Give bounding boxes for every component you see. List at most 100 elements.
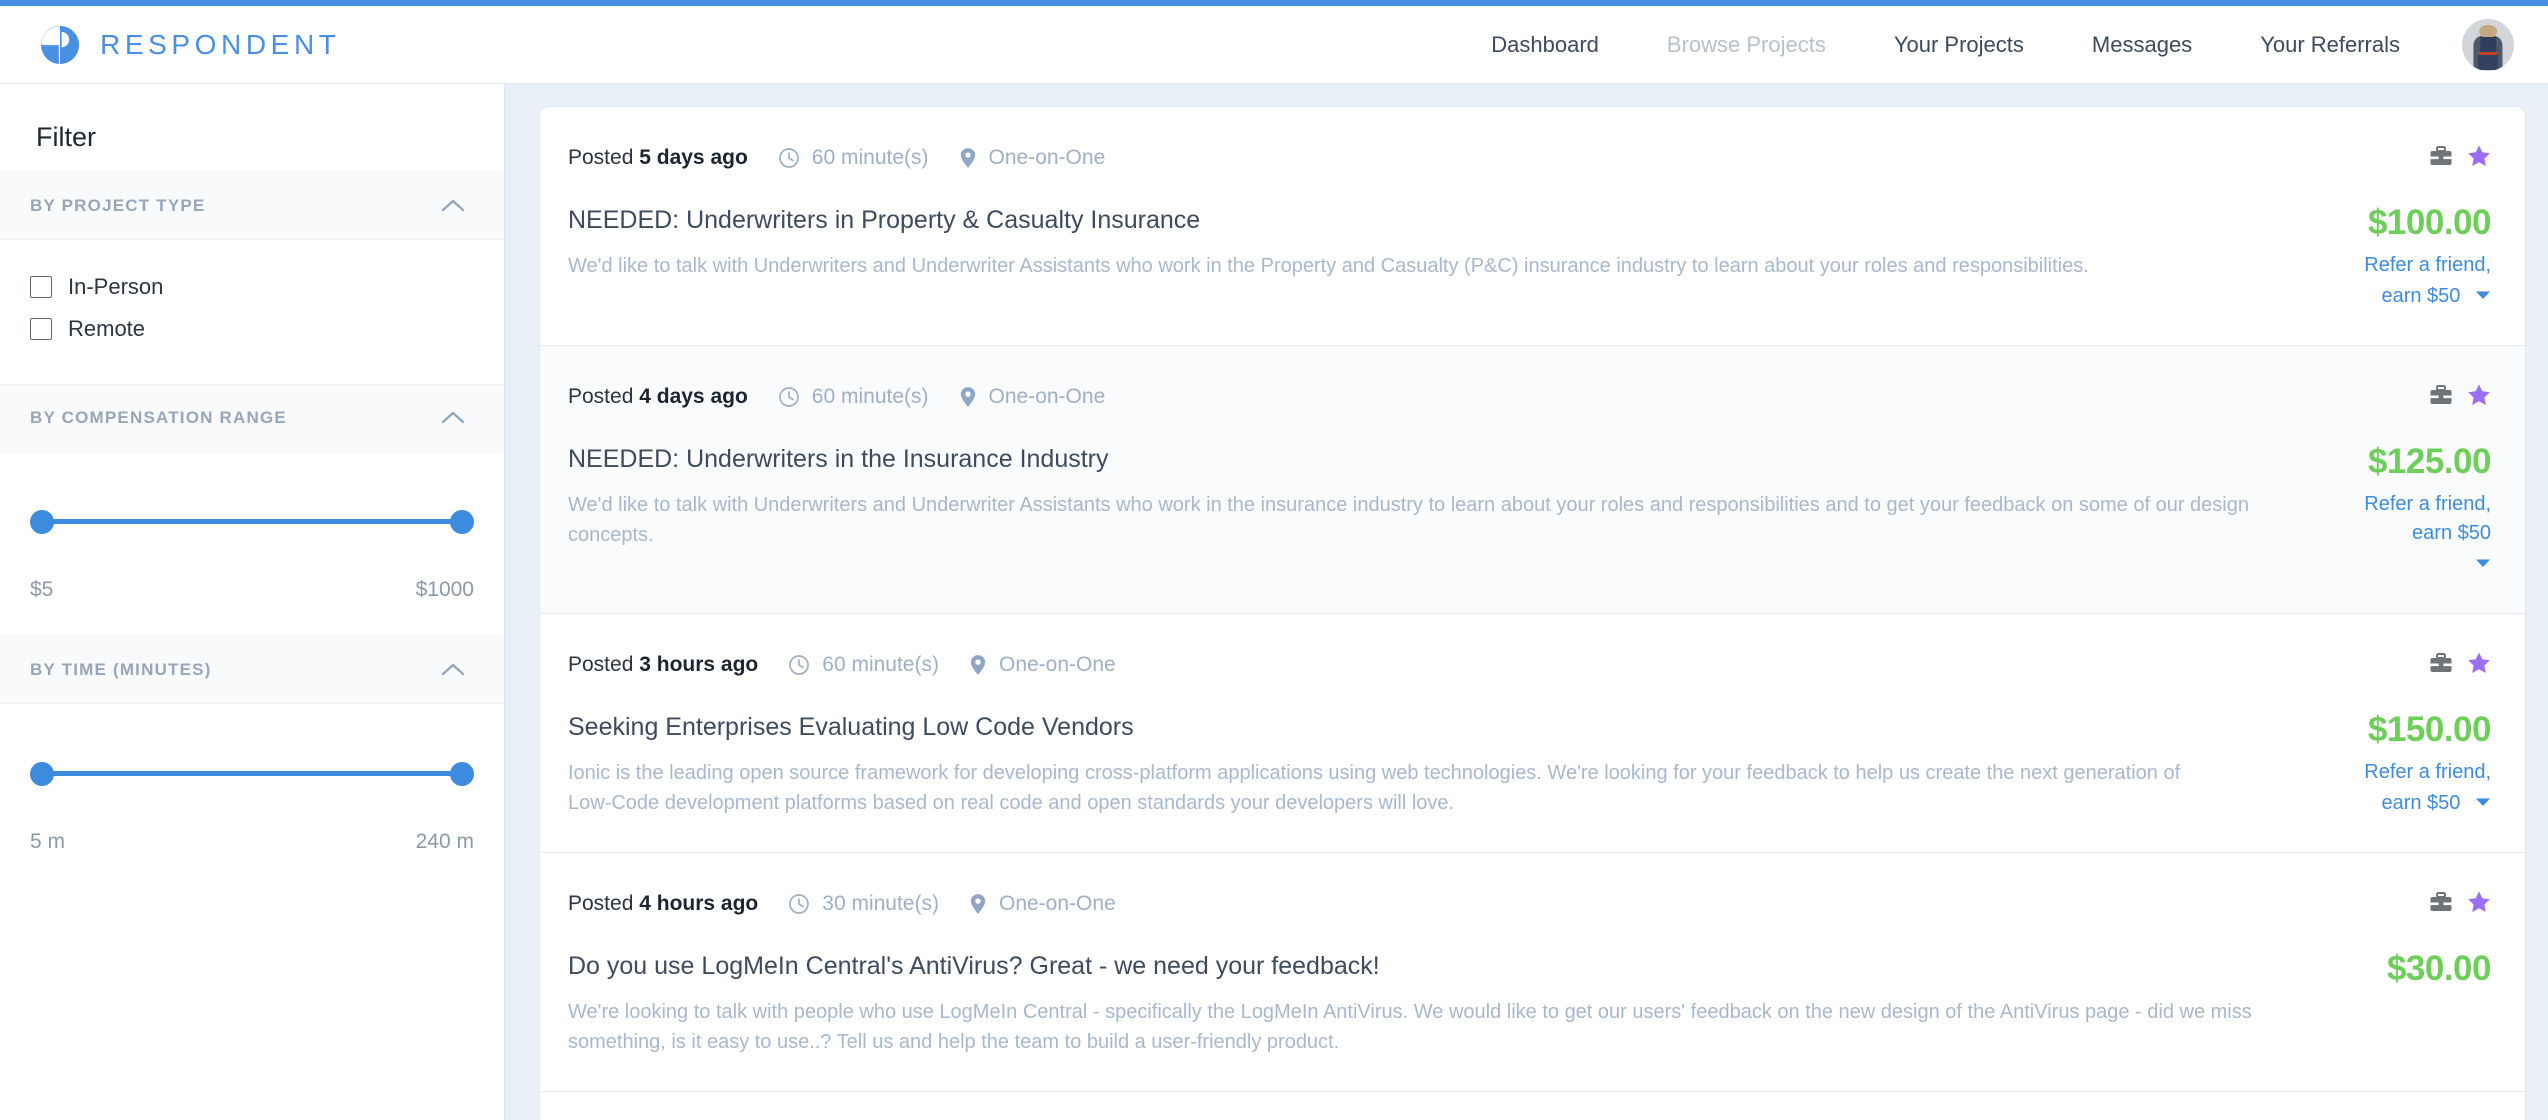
chevron-up-icon[interactable] (440, 662, 466, 678)
slider-handle-min[interactable] (30, 762, 54, 786)
slider-handle-max[interactable] (450, 510, 474, 534)
chevron-up-icon[interactable] (440, 198, 466, 214)
map-pin-icon (969, 654, 987, 676)
project-card-side: $30.00 (2319, 889, 2492, 1057)
compensation-range-slider[interactable] (30, 506, 474, 536)
project-badges (2429, 650, 2491, 680)
star-icon[interactable] (2467, 144, 2491, 172)
posted-label: Posted 5 days ago (568, 146, 748, 169)
project-card[interactable] (540, 1092, 2525, 1120)
briefcase-icon[interactable] (2429, 652, 2453, 679)
posted-value: 4 hours ago (639, 892, 759, 915)
project-list-area: Posted 5 days ago 60 minute(s) One-on-On… (505, 84, 2548, 1120)
checkbox-label: Remote (68, 316, 146, 341)
project-card-side: $100.00 Refer a friend, earn $50 (2319, 143, 2492, 311)
clock-icon (778, 147, 800, 169)
project-format: One-on-One (988, 385, 1106, 408)
nav-item-browse-projects[interactable]: Browse Projects (1633, 32, 1860, 58)
nav-item-your-projects[interactable]: Your Projects (1860, 32, 2058, 58)
project-title[interactable]: Seeking Enterprises Evaluating Low Code … (568, 712, 2203, 742)
refer-a-friend-link[interactable]: Refer a friend, earn $50 (2341, 758, 2491, 818)
project-meta: Posted 3 hours ago 60 minute(s) One-on-O… (568, 650, 2203, 680)
chevron-up-icon[interactable] (440, 410, 466, 426)
project-badges (2429, 143, 2491, 173)
app-header: RESPONDENT Dashboard Browse Projects You… (0, 6, 2548, 84)
filter-section-header-time-minutes[interactable]: BY TIME (MINUTES) (0, 636, 504, 704)
clock-icon (778, 386, 800, 408)
project-description: We'd like to talk with Underwriters and … (568, 255, 2089, 277)
filter-section-header-compensation-range[interactable]: BY COMPENSATION RANGE (0, 384, 504, 452)
star-icon[interactable] (2467, 651, 2491, 679)
brand-name: RESPONDENT (100, 28, 341, 60)
range-max-label: $1000 (415, 578, 474, 601)
chevron-down-icon[interactable] (2475, 280, 2491, 309)
filter-section-label: BY TIME (MINUTES) (30, 660, 212, 679)
nav-item-dashboard[interactable]: Dashboard (1457, 32, 1633, 58)
project-card[interactable]: Posted 4 hours ago 30 minute(s) One-on-O… (540, 853, 2525, 1092)
clock-icon (788, 654, 810, 676)
briefcase-icon[interactable] (2429, 891, 2453, 918)
time-range-slider[interactable] (30, 758, 474, 788)
project-card[interactable]: Posted 4 days ago 60 minute(s) One-on-On… (540, 346, 2525, 614)
nav-item-your-referrals[interactable]: Your Referrals (2226, 32, 2434, 58)
checkbox-in-person[interactable] (30, 276, 52, 298)
map-pin-icon (969, 893, 987, 915)
nav-item-messages[interactable]: Messages (2058, 32, 2226, 58)
project-title[interactable]: Do you use LogMeIn Central's AntiVirus? … (568, 951, 2293, 981)
posted-value: 4 days ago (639, 385, 748, 408)
checkbox-remote[interactable] (30, 318, 52, 340)
filter-section-header-project-type[interactable]: BY PROJECT TYPE (0, 172, 504, 240)
time-range-slider-group: 5 m 240 m (0, 704, 504, 854)
project-description: We'd like to talk with Underwriters and … (568, 494, 2249, 546)
project-format: One-on-One (998, 653, 1116, 676)
avatar[interactable] (2462, 18, 2514, 71)
range-min-label: 5 m (30, 830, 66, 853)
posted-label: Posted 3 hours ago (568, 653, 759, 676)
slider-track (40, 771, 464, 776)
posted-label: Posted 4 days ago (568, 385, 748, 408)
star-icon[interactable] (2467, 383, 2491, 411)
project-card-main: Posted 4 days ago 60 minute(s) One-on-On… (568, 382, 2319, 579)
project-description: Ionic is the leading open source framewo… (568, 762, 2181, 814)
project-duration: 30 minute(s) (822, 892, 939, 915)
project-title[interactable]: NEEDED: Underwriters in Property & Casua… (568, 205, 2293, 235)
star-icon[interactable] (2467, 890, 2491, 918)
briefcase-icon[interactable] (2429, 145, 2453, 172)
project-price: $30.00 (2386, 949, 2492, 988)
time-range-labels: 5 m 240 m (30, 788, 474, 854)
project-card[interactable]: Posted 5 days ago 60 minute(s) One-on-On… (540, 107, 2525, 346)
checkbox-row-in-person[interactable]: In-Person (30, 266, 474, 308)
project-card-main: Posted 3 hours ago 60 minute(s) One-on-O… (568, 650, 2229, 818)
range-min-label: $5 (30, 578, 54, 601)
compensation-range-labels: $5 $1000 (30, 536, 474, 602)
project-format: One-on-One (998, 892, 1116, 915)
project-meta: Posted 5 days ago 60 minute(s) One-on-On… (568, 143, 2293, 173)
project-card[interactable]: Posted 3 hours ago 60 minute(s) One-on-O… (540, 614, 2525, 853)
briefcase-icon[interactable] (2429, 384, 2453, 411)
checkbox-row-remote[interactable]: Remote (30, 308, 474, 350)
refer-a-friend-link[interactable]: Refer a friend, earn $50 (2319, 490, 2491, 579)
clock-icon (788, 893, 810, 915)
map-pin-icon (959, 386, 977, 408)
project-card-side: $125.00 Refer a friend, earn $50 (2319, 382, 2492, 579)
slider-handle-min[interactable] (30, 510, 54, 534)
posted-label: Posted 4 hours ago (568, 892, 759, 915)
filter-panel-title: Filter (36, 122, 96, 152)
slider-handle-max[interactable] (450, 762, 474, 786)
project-list: Posted 5 days ago 60 minute(s) One-on-On… (539, 106, 2526, 1120)
project-price: $150.00 (2367, 710, 2492, 749)
posted-value: 5 days ago (639, 146, 748, 169)
map-pin-icon (959, 147, 977, 169)
filter-section-label: BY PROJECT TYPE (30, 196, 206, 215)
brand[interactable]: RESPONDENT (38, 23, 340, 67)
chevron-down-icon[interactable] (2475, 548, 2491, 577)
project-price: $100.00 (2367, 203, 2492, 242)
chevron-down-icon[interactable] (2475, 787, 2491, 816)
filter-section-label: BY COMPENSATION RANGE (30, 408, 287, 427)
page-shell: Filter BY PROJECT TYPE In-Person Remote … (0, 84, 2548, 1120)
project-title[interactable]: NEEDED: Underwriters in the Insurance In… (568, 444, 2293, 474)
project-card-main: Posted 4 hours ago 30 minute(s) One-on-O… (568, 889, 2319, 1057)
refer-a-friend-link[interactable]: Refer a friend, earn $50 (2319, 251, 2491, 311)
slider-track (40, 519, 464, 524)
project-duration: 60 minute(s) (811, 146, 929, 169)
